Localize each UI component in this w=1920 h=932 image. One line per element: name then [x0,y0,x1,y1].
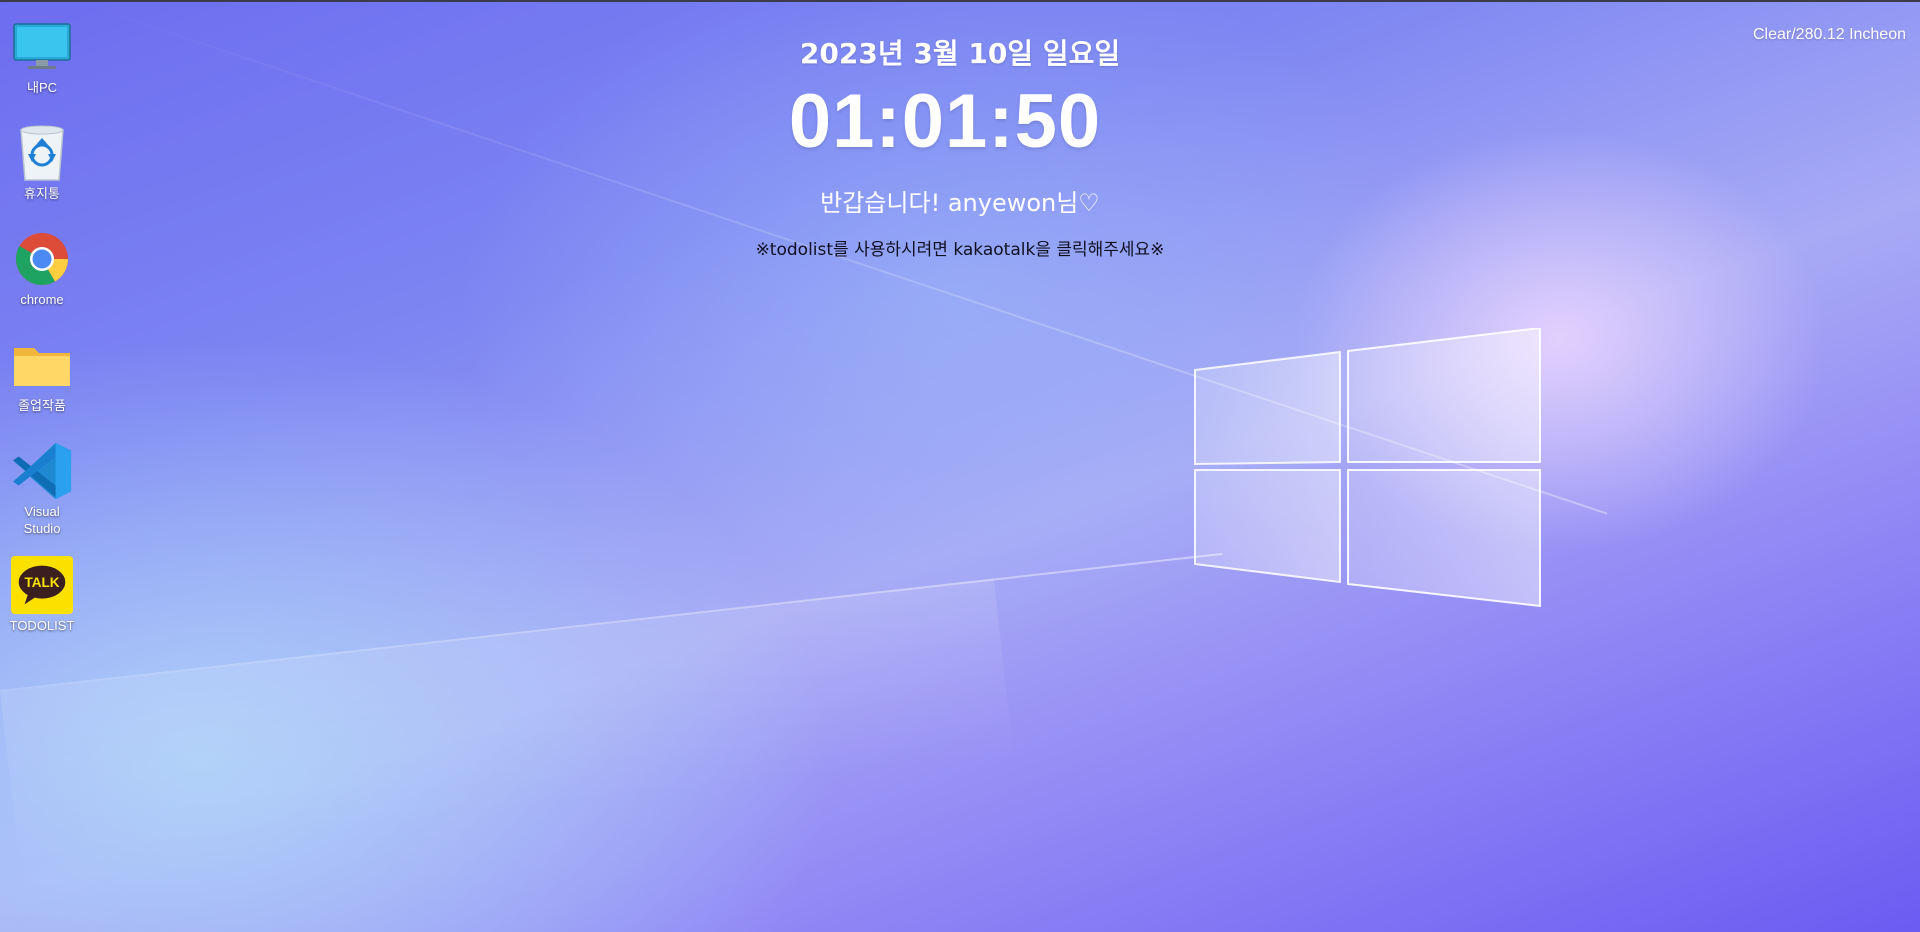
folder-icon [11,334,73,396]
light-beam-lower [0,552,1223,692]
weather-info: Clear/280.12 Incheon [1753,26,1906,43]
desktop-icon-visual-studio[interactable]: Visual Studio [2,440,82,537]
kakaotalk-badge-text: TALK [24,575,59,590]
desktop-icon-label: Visual Studio [23,504,61,536]
greeting-text: 반갑습니다! anyewon님♡ [820,189,1100,217]
windows-logo-wallpaper [1194,328,1541,608]
desktop-icon-label: TODOLIST [9,618,75,633]
desktop: 내PC 휴지통 chrome 졸업작품 Visual Studio TALK T… [0,0,1920,932]
clock-display: 01:01:50 [788,79,1102,164]
vscode-icon [11,440,73,502]
desktop-icon-label: 졸업작품 [18,398,66,413]
top-border [0,0,1920,2]
desktop-icon-graduation-project-folder[interactable]: 졸업작품 [2,334,82,414]
todolist-notice: ※todolist를 사용하시려면 kakaotalk을 클릭해주세요※ [755,240,1165,260]
desktop-icon-label: chrome [20,292,64,307]
desktop-icon-todolist-kakaotalk[interactable]: TALK TODOLIST [2,554,82,634]
date-display: 2023년 3월 10일 일요일 [799,37,1121,70]
kakaotalk-icon: TALK [11,554,73,616]
light-glow-lower [0,578,1014,869]
